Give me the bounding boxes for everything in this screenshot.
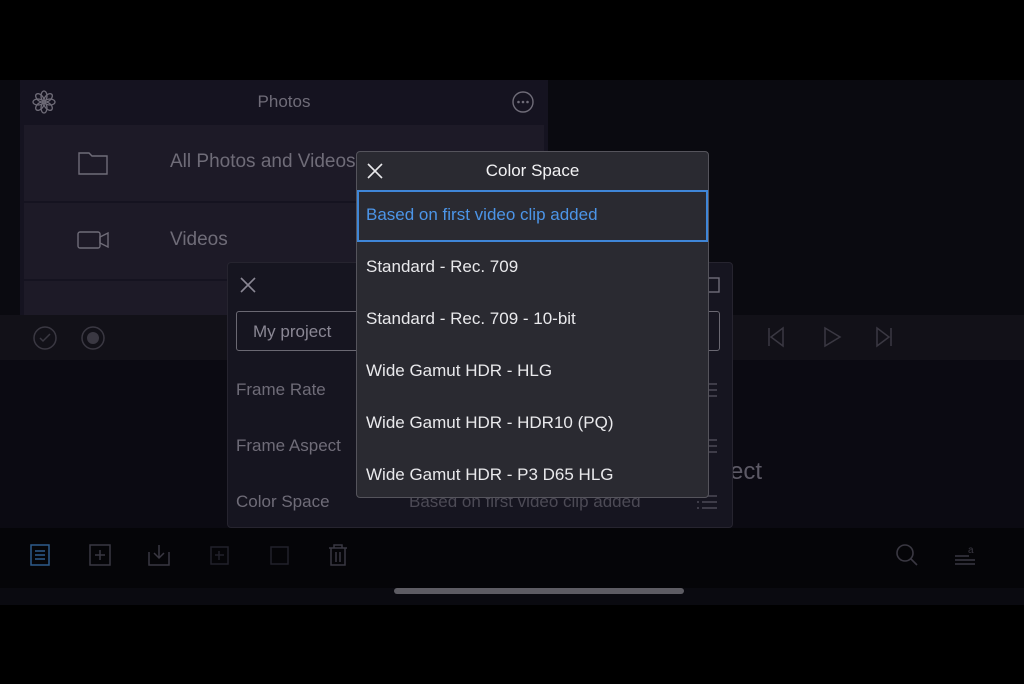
- option-label: Standard - Rec. 709: [366, 257, 519, 276]
- photos-title: Photos: [257, 92, 311, 111]
- photos-header: Photos: [20, 80, 548, 124]
- color-space-popover: Color Space Based on first video clip ad…: [356, 151, 709, 498]
- export-icon[interactable]: [266, 542, 292, 568]
- more-options-icon[interactable]: [512, 91, 534, 113]
- record-icon[interactable]: [80, 325, 106, 351]
- option-label: Wide Gamut HDR - HDR10 (PQ): [366, 413, 614, 432]
- color-space-option-first-clip[interactable]: Based on first video clip added: [357, 190, 708, 242]
- option-label: Wide Gamut HDR - P3 D65 HLG: [366, 465, 614, 484]
- project-hint-text: ect: [730, 458, 763, 485]
- color-space-option-hdr10[interactable]: Wide Gamut HDR - HDR10 (PQ): [357, 398, 708, 450]
- popover-header: Color Space: [357, 152, 708, 190]
- skip-back-icon[interactable]: [764, 325, 788, 349]
- color-space-option-rec709-10bit[interactable]: Standard - Rec. 709 - 10-bit: [357, 294, 708, 346]
- sort-text-icon[interactable]: a: [952, 542, 978, 568]
- option-label: Based on first video clip added: [366, 205, 598, 224]
- option-label: Wide Gamut HDR - HLG: [366, 361, 553, 380]
- video-camera-icon: [77, 231, 109, 249]
- svg-text:a: a: [968, 545, 974, 556]
- color-space-option-rec709[interactable]: Standard - Rec. 709: [357, 242, 708, 294]
- frame-aspect-label: Frame Aspect: [236, 436, 341, 455]
- option-label: Standard - Rec. 709 - 10-bit: [366, 309, 576, 328]
- trash-icon[interactable]: [325, 542, 351, 568]
- import-icon[interactable]: [146, 542, 172, 568]
- close-icon[interactable]: [238, 275, 258, 295]
- color-space-label: Color Space: [236, 492, 330, 511]
- color-space-option-hlg[interactable]: Wide Gamut HDR - HLG: [357, 346, 708, 398]
- skip-forward-icon[interactable]: [872, 325, 896, 349]
- frame-rate-label: Frame Rate: [236, 380, 326, 399]
- color-space-option-p3-d65-hlg[interactable]: Wide Gamut HDR - P3 D65 HLG: [357, 450, 708, 497]
- project-list-icon[interactable]: [28, 542, 54, 568]
- project-name-value: My project: [253, 322, 332, 341]
- play-icon[interactable]: [820, 325, 844, 349]
- search-icon[interactable]: [894, 542, 920, 568]
- folder-icon: [78, 152, 108, 175]
- photos-row-label: Videos: [170, 229, 228, 250]
- checkmark-circle-icon[interactable]: [32, 325, 58, 351]
- add-icon[interactable]: [87, 542, 113, 568]
- duplicate-icon[interactable]: [206, 542, 232, 568]
- photos-row-label: All Photos and Videos: [170, 151, 356, 172]
- home-indicator[interactable]: [394, 588, 684, 594]
- popover-title: Color Space: [485, 161, 580, 180]
